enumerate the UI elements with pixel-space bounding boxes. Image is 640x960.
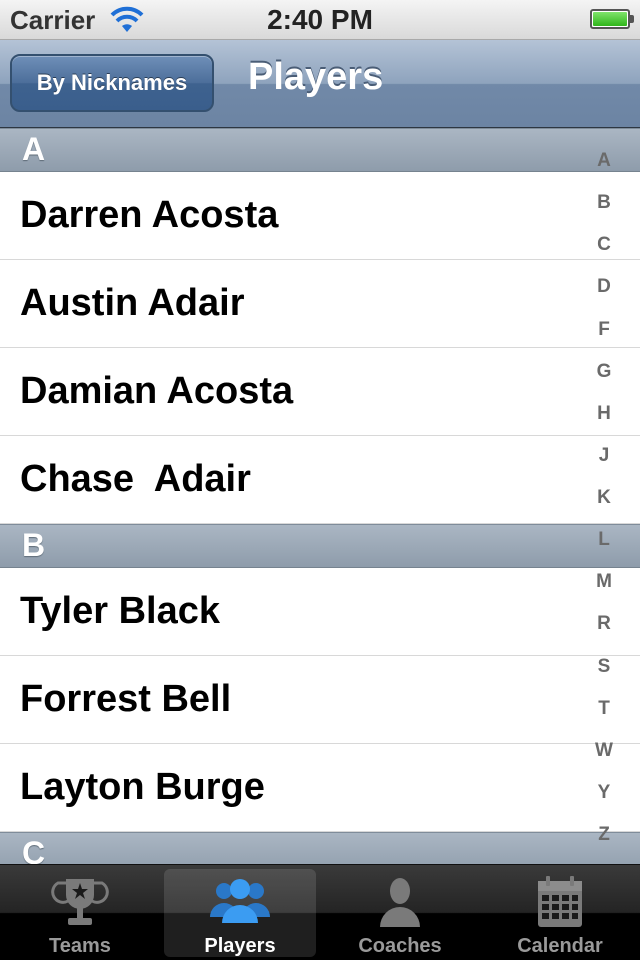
tab-label: Teams (49, 935, 111, 957)
index-letter-r[interactable]: R (586, 613, 622, 635)
index-letter-f[interactable]: F (586, 319, 622, 341)
index-letter-g[interactable]: G (586, 361, 622, 383)
section-header-label: C (22, 835, 46, 864)
tab-coaches[interactable]: Coaches (324, 869, 476, 957)
index-letter-z[interactable]: Z (586, 824, 622, 846)
player-name: Darren Acosta (20, 194, 279, 236)
battery-tip (630, 15, 634, 23)
navigation-bar: By Nicknames Players (0, 40, 640, 128)
players-list[interactable]: A Darren Acosta Austin Adair Damian Acos… (0, 128, 640, 864)
list-item[interactable]: Layton Burge (0, 744, 640, 832)
tab-players[interactable]: Players (164, 869, 316, 957)
page-title: Players (248, 56, 384, 98)
index-letter-h[interactable]: H (586, 403, 622, 425)
index-letter-a[interactable]: A (586, 150, 622, 172)
status-bar: Carrier 2:40 PM (0, 0, 640, 40)
index-letter-b[interactable]: B (586, 192, 622, 214)
player-name: Layton Burge (20, 766, 265, 808)
list-item[interactable]: Darren Acosta (0, 172, 640, 260)
clock: 2:40 PM (267, 4, 373, 35)
index-letter-d[interactable]: D (586, 276, 622, 298)
section-header-c: C (0, 832, 640, 864)
index-letter-j[interactable]: J (586, 445, 622, 467)
player-name: Tyler Black (20, 590, 220, 632)
index-letter-w[interactable]: W (586, 740, 622, 762)
list-item[interactable]: Damian Acosta (0, 348, 640, 436)
tab-label: Players (204, 935, 276, 957)
list-item[interactable]: Chase Adair (0, 436, 640, 524)
tab-label: Calendar (517, 935, 603, 957)
section-header-b: B (0, 524, 640, 568)
index-letter-c[interactable]: C (586, 234, 622, 256)
tab-bar: Teams Players Coaches Calendar (0, 864, 640, 960)
index-letter-l[interactable]: L (586, 529, 622, 551)
app-screen: Carrier 2:40 PM By Nicknames Players A D… (0, 0, 640, 960)
player-name: Damian Acosta (20, 370, 294, 412)
battery-icon (590, 9, 630, 29)
section-header-a: A (0, 128, 640, 172)
battery-level (593, 12, 627, 26)
player-name: Chase Adair (20, 458, 251, 500)
player-name: Austin Adair (20, 282, 245, 324)
section-index[interactable]: ABCDFGHJKLMRSTWYZ (586, 150, 622, 845)
list-item[interactable]: Tyler Black (0, 568, 640, 656)
tab-label: Coaches (358, 935, 442, 957)
players-icon (210, 879, 270, 923)
section-header-label: A (22, 131, 46, 167)
by-nicknames-button[interactable]: By Nicknames (10, 54, 214, 112)
list-item[interactable]: Forrest Bell (0, 656, 640, 744)
section-header-label: B (22, 527, 46, 563)
trophy-icon (51, 879, 109, 925)
list-item[interactable]: Austin Adair (0, 260, 640, 348)
index-letter-m[interactable]: M (586, 571, 622, 593)
index-letter-k[interactable]: K (586, 487, 622, 509)
player-name: Forrest Bell (20, 678, 232, 720)
index-letter-t[interactable]: T (586, 698, 622, 720)
index-letter-s[interactable]: S (586, 656, 622, 678)
index-letter-y[interactable]: Y (586, 782, 622, 804)
tab-teams[interactable]: Teams (4, 869, 156, 957)
tab-calendar[interactable]: Calendar (484, 869, 636, 957)
calendar-icon (538, 876, 582, 927)
coach-icon (380, 878, 420, 927)
